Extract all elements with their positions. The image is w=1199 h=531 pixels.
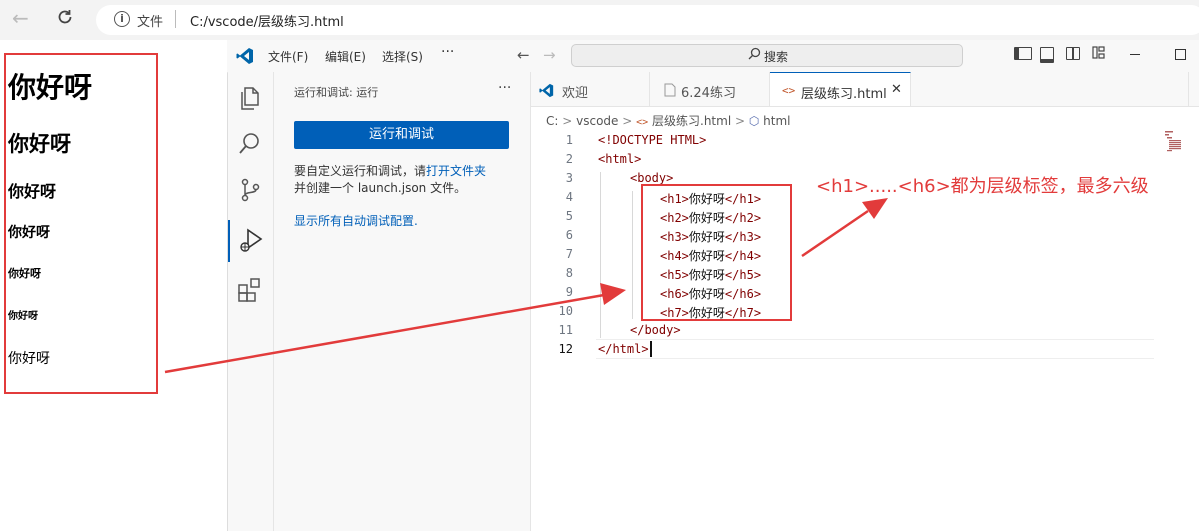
- chevron-right-icon: >: [622, 114, 637, 128]
- vscode-logo-icon: [539, 83, 554, 102]
- explorer-icon[interactable]: [236, 84, 264, 112]
- chevron-right-icon: >: [562, 114, 577, 128]
- search-icon: [748, 47, 761, 63]
- line-number: 4: [565, 190, 573, 204]
- rendered-h7: 你好呀: [8, 351, 50, 367]
- line-number: 11: [558, 323, 573, 337]
- customize-layout-icon[interactable]: [1092, 46, 1105, 62]
- code-line[interactable]: </body>: [630, 323, 681, 337]
- breadcrumb-node[interactable]: html: [763, 114, 790, 128]
- show-all-debug-configs-link[interactable]: 显示所有自动调试配置.: [294, 212, 418, 229]
- tab-label: 层级练习.html: [801, 87, 887, 102]
- reload-icon[interactable]: [56, 8, 74, 29]
- rendered-h4: 你好呀: [8, 225, 50, 241]
- sidebar-title: 运行和调试: 运行: [294, 86, 379, 99]
- back-arrow-icon[interactable]: ←: [12, 8, 29, 28]
- minimap[interactable]: [1164, 130, 1184, 152]
- menu-more-icon[interactable]: ···: [441, 44, 454, 60]
- toggle-primary-sidebar-icon[interactable]: [1014, 47, 1032, 60]
- extensions-icon[interactable]: [236, 276, 264, 304]
- code-line[interactable]: <!DOCTYPE HTML>: [598, 133, 706, 147]
- menu-file[interactable]: 文件(F): [268, 48, 308, 65]
- line-number: 3: [565, 171, 573, 185]
- search-label: 搜索: [764, 50, 789, 64]
- menu-edit[interactable]: 编辑(E): [325, 48, 366, 65]
- nav-forward-icon[interactable]: →: [543, 46, 556, 64]
- desc-text-2: 并创建一个 launch.json 文件。: [294, 181, 467, 195]
- code-line[interactable]: <body>: [630, 171, 673, 185]
- breadcrumb-file[interactable]: 层级练习.html: [652, 114, 731, 128]
- file-scheme-label: 文件: [137, 15, 164, 30]
- vscode-logo-icon: [236, 47, 254, 69]
- run-and-debug-icon[interactable]: [236, 226, 264, 254]
- breadcrumb-root[interactable]: C:: [546, 114, 558, 128]
- line-number: 1: [565, 133, 573, 147]
- tab-label: 6.24练习: [681, 86, 736, 101]
- tab-6-24[interactable]: 6.24练习: [650, 72, 770, 106]
- rendered-h1: 你好呀: [8, 71, 93, 104]
- url-text[interactable]: C:/vscode/层级练习.html: [190, 11, 344, 30]
- current-line-highlight: [596, 339, 1154, 359]
- indent-guide: [600, 172, 601, 338]
- tab-html-file[interactable]: <> 层级练习.html ✕: [770, 72, 911, 106]
- line-number: 6: [565, 228, 573, 242]
- search-view-icon[interactable]: [236, 130, 264, 158]
- breadcrumb: C: > vscode > <> 层级练习.html > ⬡ html: [546, 112, 791, 129]
- menu-selection[interactable]: 选择(S): [382, 48, 423, 65]
- active-view-indicator: [228, 220, 230, 262]
- open-folder-link[interactable]: 打开文件夹: [426, 164, 486, 178]
- annotation-text: <h1>.....<h6>都为层级标签，最多六级: [816, 176, 1149, 197]
- line-number: 10: [558, 304, 573, 318]
- line-number: 9: [565, 285, 573, 299]
- line-number: 12: [558, 342, 573, 356]
- info-icon[interactable]: i: [114, 11, 130, 27]
- rendered-h3: 你好呀: [8, 182, 57, 201]
- html-code-icon: <>: [782, 84, 796, 97]
- desc-text-1: 要自定义运行和调试，请: [294, 164, 427, 178]
- run-and-debug-button[interactable]: 运行和调试: [294, 121, 509, 149]
- line-number: 8: [565, 266, 573, 280]
- minimize-button[interactable]: [1130, 54, 1140, 55]
- line-number: 7: [565, 247, 573, 261]
- nav-back-icon[interactable]: ←: [517, 46, 530, 64]
- element-node-icon: ⬡: [748, 114, 760, 128]
- chevron-right-icon: >: [734, 114, 749, 128]
- file-icon: [664, 83, 676, 101]
- sidebar-more-icon[interactable]: ···: [498, 80, 511, 96]
- rendered-h6: 你好呀: [8, 311, 38, 322]
- rendered-h5: 你好呀: [8, 267, 41, 280]
- breadcrumb-folder[interactable]: vscode: [576, 114, 618, 128]
- indent-guide: [632, 191, 633, 319]
- line-number: 5: [565, 209, 573, 223]
- code-line[interactable]: <html>: [598, 152, 641, 166]
- tab-bar-end: [1188, 72, 1199, 106]
- close-icon[interactable]: ✕: [891, 82, 902, 97]
- html-code-icon: <>: [636, 117, 649, 128]
- address-separator: [175, 10, 176, 28]
- line-number: 2: [565, 152, 573, 166]
- text-cursor: [650, 341, 652, 357]
- toggle-panel-icon[interactable]: [1040, 47, 1054, 63]
- code-line[interactable]: </html>: [598, 342, 649, 356]
- tab-welcome[interactable]: 欢迎: [531, 72, 650, 106]
- rendered-h2: 你好呀: [8, 132, 71, 156]
- sidebar-description: 要自定义运行和调试，请打开文件夹并创建一个 launch.json 文件。: [294, 163, 514, 197]
- source-control-icon[interactable]: [236, 176, 264, 204]
- code-highlight-box: [641, 184, 792, 321]
- tab-label: 欢迎: [562, 86, 589, 101]
- maximize-button[interactable]: [1175, 49, 1186, 60]
- toggle-secondary-sidebar-icon[interactable]: [1066, 47, 1080, 60]
